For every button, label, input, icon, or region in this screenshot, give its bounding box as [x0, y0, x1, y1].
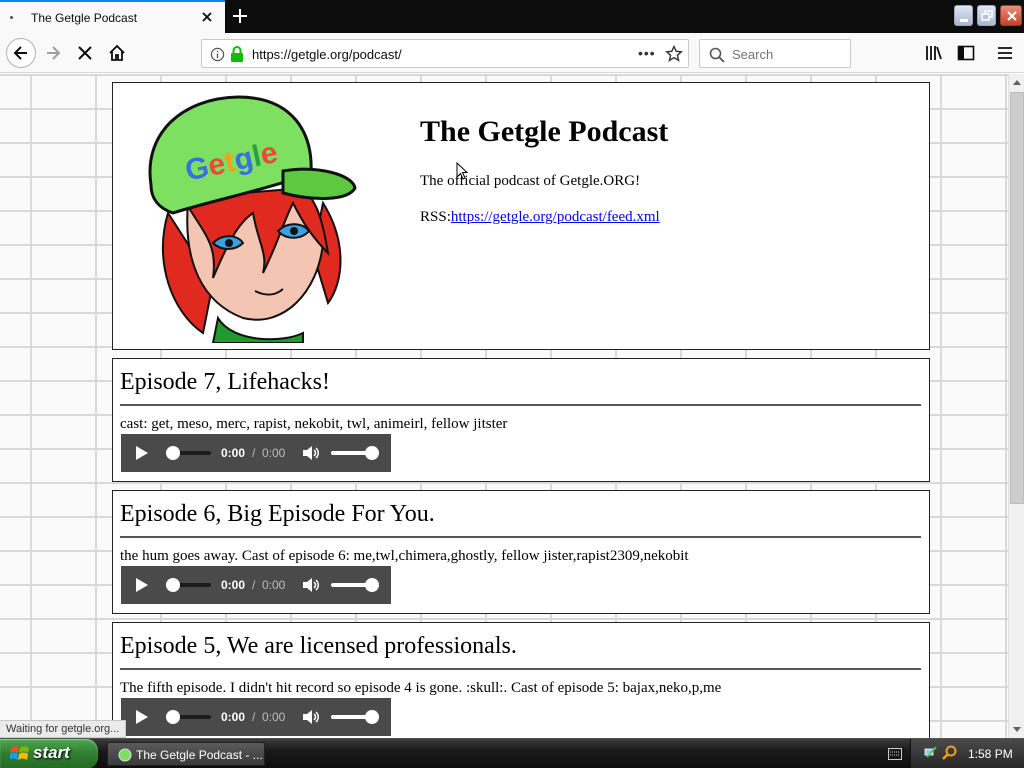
page-viewport: Getgle The Getgle Podcast The official p…: [0, 74, 1008, 738]
window-minimize-button[interactable]: [954, 5, 973, 26]
time-separator: /: [252, 710, 256, 724]
seek-handle[interactable]: [166, 446, 180, 460]
current-time: 0:00: [221, 710, 246, 724]
current-time: 0:00: [221, 446, 246, 460]
volume-icon[interactable]: [302, 445, 320, 461]
app-icon: [118, 748, 132, 762]
window-restore-button[interactable]: [977, 5, 996, 26]
volume-icon[interactable]: [302, 709, 320, 725]
volume-handle[interactable]: [365, 578, 379, 592]
close-tab-icon[interactable]: [199, 9, 215, 25]
sidebar-button[interactable]: [952, 39, 980, 67]
start-label: start: [33, 743, 70, 762]
vertical-scrollbar[interactable]: [1008, 74, 1024, 738]
rss-label: RSS:: [420, 209, 451, 225]
network-icon[interactable]: [924, 745, 940, 761]
episode-divider: [120, 536, 921, 538]
audio-player: 0:00 / 0:00: [121, 434, 391, 472]
mouse-cursor-icon: [456, 162, 468, 180]
rss-line: RSS:https://getgle.org/podcast/feed.xml: [420, 209, 660, 226]
search-bar[interactable]: Search: [699, 39, 851, 68]
scrollbar-thumb[interactable]: [1010, 92, 1024, 504]
stop-icon: [78, 46, 92, 60]
tab-getgle-podcast[interactable]: The Getgle Podcast: [0, 0, 225, 33]
time-separator: /: [252, 446, 256, 460]
status-bar: Waiting for getgle.org...: [0, 720, 127, 738]
time-separator: /: [252, 578, 256, 592]
episode-divider: [120, 404, 921, 406]
stop-button[interactable]: [71, 39, 99, 67]
getgle-mascot-image: Getgle: [148, 95, 357, 343]
loading-dot-icon: [10, 16, 13, 19]
episode-title: Episode 6, Big Episode For You.: [120, 501, 435, 527]
window-close-button[interactable]: [1000, 5, 1022, 26]
episode-card: Episode 7, Lifehacks! cast: get, meso, m…: [112, 358, 930, 482]
scroll-down-arrow-icon[interactable]: [1010, 721, 1024, 737]
episode-divider: [120, 668, 921, 670]
page-actions-icon[interactable]: •••: [638, 45, 656, 61]
library-button[interactable]: [920, 39, 948, 67]
page-title: The Getgle Podcast: [420, 115, 669, 148]
duration: 0:00: [262, 710, 286, 724]
forward-button[interactable]: [39, 39, 67, 67]
volume-handle[interactable]: [365, 446, 379, 460]
menu-button[interactable]: [991, 39, 1019, 67]
seek-handle[interactable]: [166, 710, 180, 724]
episode-description: The fifth episode. I didn't hit record s…: [120, 680, 722, 696]
duration: 0:00: [262, 578, 286, 592]
volume-handle[interactable]: [365, 710, 379, 724]
address-bar[interactable]: https://getgle.org/podcast/ •••: [201, 39, 689, 68]
tab-strip: The Getgle Podcast: [0, 0, 1024, 33]
home-icon: [109, 44, 125, 61]
navigation-toolbar: https://getgle.org/podcast/ ••• Search: [0, 33, 1024, 73]
sidebar-icon: [957, 45, 975, 61]
episode-card: Episode 5, We are licensed professionals…: [112, 622, 930, 738]
search-placeholder: Search: [732, 47, 774, 62]
back-button[interactable]: [6, 38, 36, 68]
start-button[interactable]: start: [0, 739, 98, 768]
windows-logo-icon: [10, 746, 29, 760]
hamburger-menu-icon: [998, 47, 1012, 59]
keyboard-icon[interactable]: [888, 748, 902, 760]
tab-title: The Getgle Podcast: [31, 11, 138, 25]
episode-description: cast: get, meso, merc, rapist, nekobit, …: [120, 416, 508, 432]
url-text[interactable]: https://getgle.org/podcast/: [252, 47, 402, 62]
system-clock: 1:58 PM: [968, 747, 1013, 761]
search-tray-icon[interactable]: [942, 745, 958, 761]
library-icon: [926, 46, 942, 60]
seek-handle[interactable]: [166, 578, 180, 592]
back-arrow-icon: [13, 46, 27, 60]
audio-player: 0:00 / 0:00: [121, 698, 391, 736]
episode-description: the hum goes away. Cast of episode 6: me…: [120, 548, 689, 564]
volume-icon[interactable]: [302, 577, 320, 593]
play-icon[interactable]: [135, 577, 149, 593]
star-icon[interactable]: [665, 45, 683, 63]
play-icon[interactable]: [135, 445, 149, 461]
podcast-description: The official podcast of Getgle.ORG!: [420, 173, 641, 189]
episode-card: Episode 6, Big Episode For You. the hum …: [112, 490, 930, 614]
episode-title: Episode 7, Lifehacks!: [120, 369, 330, 395]
new-tab-plus-icon[interactable]: [230, 6, 250, 26]
play-icon[interactable]: [135, 709, 149, 725]
lock-icon[interactable]: [230, 46, 244, 62]
audio-player: 0:00 / 0:00: [121, 566, 391, 604]
duration: 0:00: [262, 446, 286, 460]
current-time: 0:00: [221, 578, 246, 592]
episode-title: Episode 5, We are licensed professionals…: [120, 633, 517, 659]
podcast-header-panel: Getgle The Getgle Podcast The official p…: [112, 82, 930, 350]
scroll-up-arrow-icon[interactable]: [1010, 75, 1024, 91]
taskbar: start The Getgle Podcast - ... 1:58 PM: [0, 738, 1024, 768]
search-icon: [709, 47, 725, 63]
rss-feed-link[interactable]: https://getgle.org/podcast/feed.xml: [451, 209, 660, 225]
info-icon[interactable]: [210, 47, 225, 62]
taskbar-item-firefox[interactable]: The Getgle Podcast - ...: [107, 742, 265, 766]
taskbar-item-label: The Getgle Podcast - ...: [136, 748, 263, 762]
home-button[interactable]: [103, 39, 131, 67]
forward-arrow-icon: [47, 46, 61, 60]
